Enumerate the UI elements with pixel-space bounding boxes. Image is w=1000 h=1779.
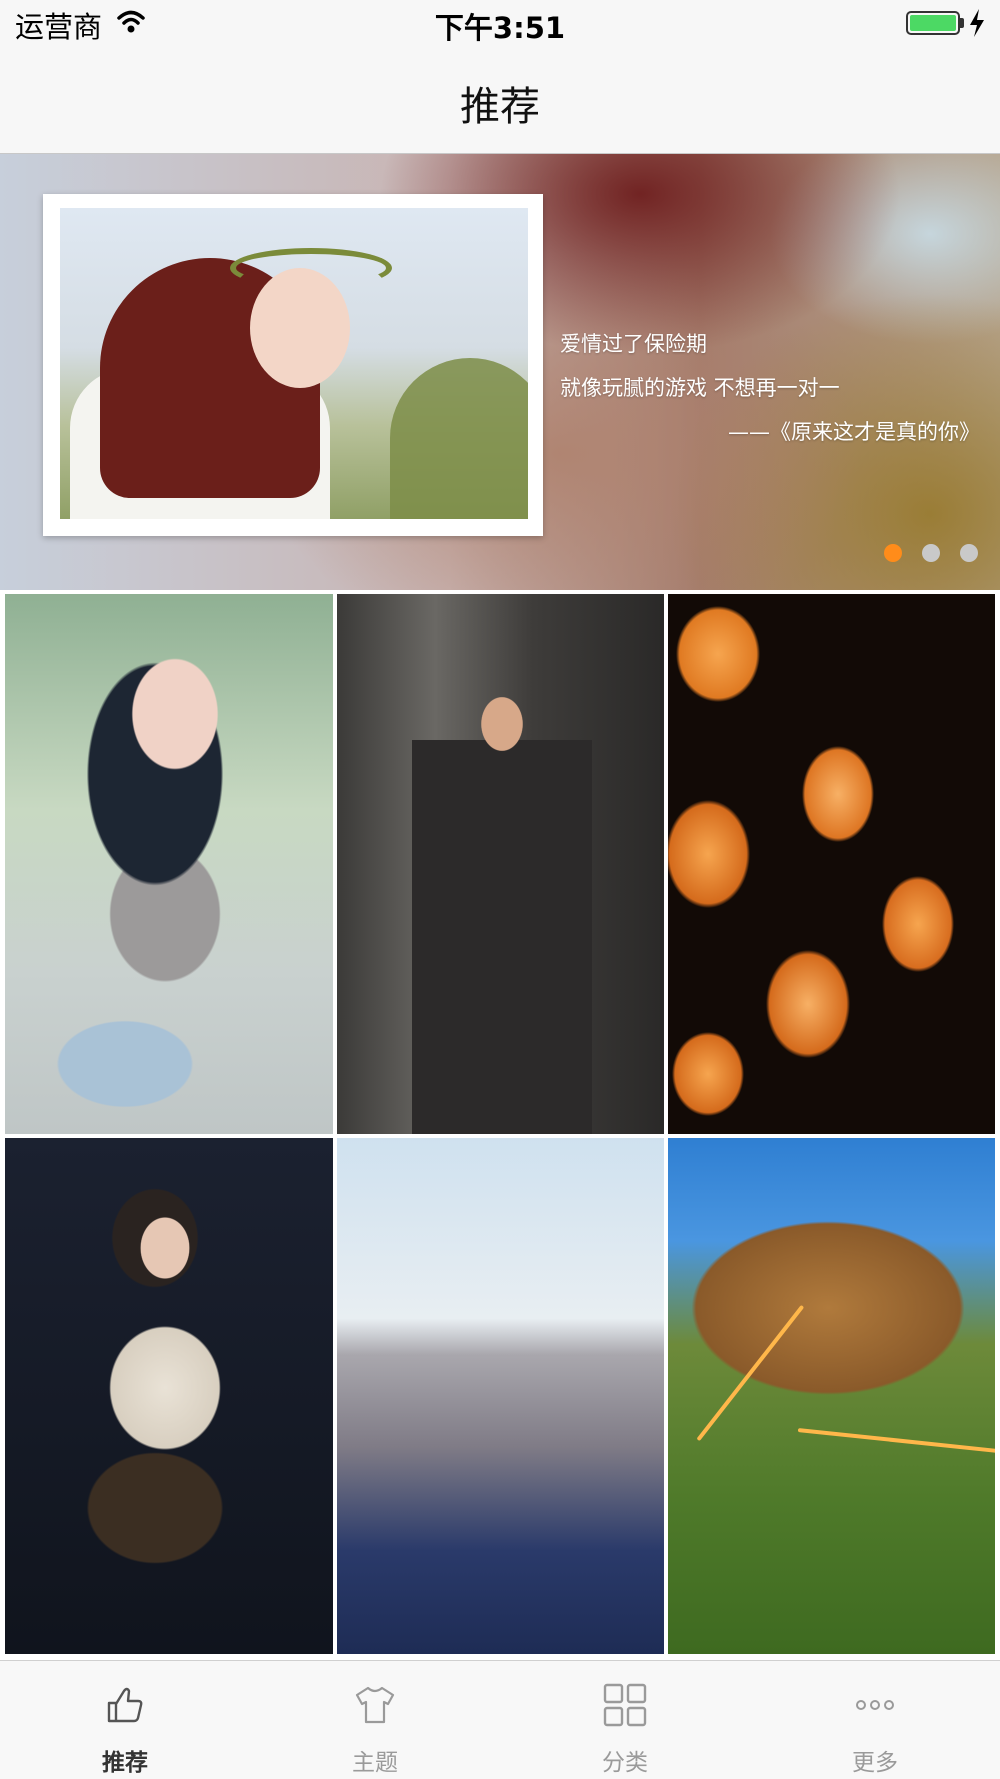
banner-carousel[interactable]: 爱情过了保险期 就像玩腻的游戏 不想再一对一 ——《原来这才是真的你》: [0, 154, 1000, 590]
game-character-photo[interactable]: [5, 1138, 333, 1654]
page-dot-3[interactable]: [960, 544, 978, 562]
girl-with-bicycle-photo[interactable]: [5, 594, 333, 1134]
clock: 下午3:51: [434, 11, 566, 45]
tab-label: 主题: [352, 1750, 398, 1776]
banner-credit: ——《原来这才是真的你》: [728, 420, 980, 444]
status-bar: 运营商 下午3:51: [0, 0, 1000, 50]
battery-icon: [906, 11, 960, 35]
more-dots-icon: [856, 1700, 894, 1710]
tab-bar: 推荐 主题 分类 更多: [0, 1660, 1000, 1779]
tshirt-icon: [355, 1686, 395, 1724]
thumbs-up-icon: [107, 1687, 143, 1723]
banner-photo: [60, 208, 528, 519]
paper-lanterns-photo[interactable]: [668, 594, 995, 1134]
tab-label: 更多: [852, 1750, 898, 1776]
page-dot-1[interactable]: [884, 544, 902, 562]
tab-more[interactable]: 更多: [750, 1661, 1000, 1779]
page-title: 推荐: [460, 84, 540, 130]
mountain-road-photo[interactable]: [668, 1138, 995, 1654]
tab-label: 推荐: [102, 1750, 148, 1776]
page-dot-2[interactable]: [922, 544, 940, 562]
banner-lyrics: 爱情过了保险期 就像玩腻的游戏 不想再一对一 ——《原来这才是真的你》: [560, 322, 980, 454]
banner-line-1: 爱情过了保险期: [560, 332, 707, 356]
banner-line-2: 就像玩腻的游戏 不想再一对一: [560, 376, 840, 400]
tab-recommend[interactable]: 推荐: [0, 1661, 250, 1779]
city-bridge-photo[interactable]: [337, 1138, 664, 1654]
grid-icon: [603, 1683, 647, 1727]
navigation-bar: 推荐: [0, 50, 1000, 154]
tab-category[interactable]: 分类: [500, 1661, 750, 1779]
battery-tip: [960, 18, 964, 28]
tab-theme[interactable]: 主题: [250, 1661, 500, 1779]
banner-photo-frame: [43, 194, 543, 536]
charging-icon: [970, 9, 984, 37]
man-in-suit-photo[interactable]: [337, 594, 664, 1134]
tab-label: 分类: [602, 1750, 648, 1776]
